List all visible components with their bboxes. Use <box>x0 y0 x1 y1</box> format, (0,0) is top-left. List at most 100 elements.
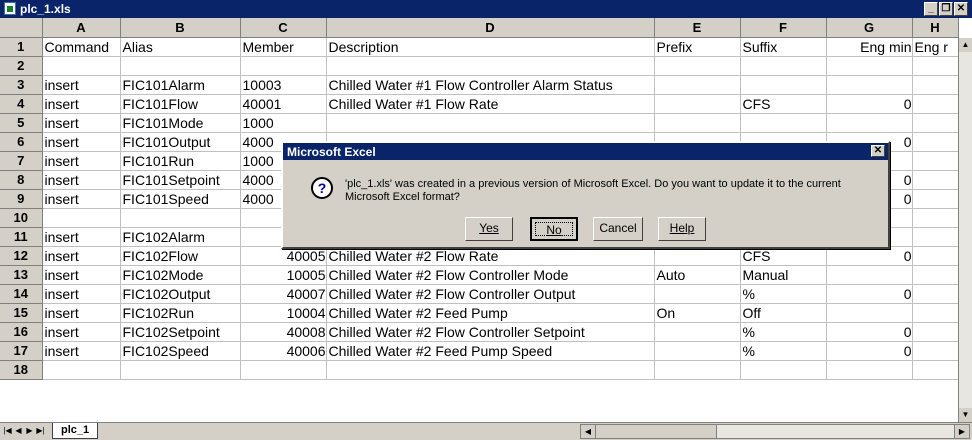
cell[interactable]: 40006 <box>240 341 327 361</box>
cell[interactable]: 10005 <box>240 265 327 285</box>
row-header[interactable]: 1 <box>0 37 43 57</box>
cancel-button[interactable]: Cancel <box>593 217 643 241</box>
cell[interactable] <box>740 360 827 380</box>
cell[interactable]: FIC102Mode <box>120 265 241 285</box>
cell[interactable]: Member <box>240 37 327 57</box>
cell[interactable] <box>912 360 959 380</box>
cell[interactable] <box>654 322 741 342</box>
last-sheet-icon[interactable]: ▶| <box>35 425 46 437</box>
cell[interactable] <box>912 246 959 266</box>
yes-button[interactable]: Yes <box>465 217 513 241</box>
cell[interactable] <box>826 56 913 76</box>
cell[interactable]: On <box>654 303 741 323</box>
cell[interactable] <box>826 75 913 95</box>
cell[interactable] <box>912 132 959 152</box>
cell[interactable]: Chilled Water #1 Flow Controller Alarm S… <box>326 75 655 95</box>
cell[interactable]: Chilled Water #2 Flow Controller Output <box>326 284 655 304</box>
cell[interactable] <box>120 56 241 76</box>
cell[interactable]: insert <box>42 132 121 152</box>
select-all-corner[interactable] <box>0 18 43 38</box>
row-header[interactable]: 15 <box>0 303 43 323</box>
cell[interactable]: insert <box>42 265 121 285</box>
row-header[interactable]: 14 <box>0 284 43 304</box>
cell[interactable] <box>654 113 741 133</box>
first-sheet-icon[interactable]: |◀ <box>2 425 13 437</box>
cell[interactable] <box>826 113 913 133</box>
cell[interactable] <box>912 265 959 285</box>
cell[interactable]: Command <box>42 37 121 57</box>
cell[interactable]: FIC102Flow <box>120 246 241 266</box>
cell[interactable]: 40008 <box>240 322 327 342</box>
cell[interactable]: Prefix <box>654 37 741 57</box>
cell[interactable] <box>912 227 959 247</box>
row-header[interactable]: 11 <box>0 227 43 247</box>
cell[interactable]: 0 <box>826 284 913 304</box>
cell[interactable] <box>654 75 741 95</box>
help-button[interactable]: Help <box>658 217 706 241</box>
cell[interactable]: insert <box>42 75 121 95</box>
cell[interactable] <box>654 360 741 380</box>
cell[interactable]: FIC102Run <box>120 303 241 323</box>
cell[interactable]: FIC101Flow <box>120 94 241 114</box>
cell[interactable] <box>120 360 241 380</box>
cell[interactable]: 40001 <box>240 94 327 114</box>
cell[interactable] <box>326 113 655 133</box>
dialog-close-icon[interactable]: ✕ <box>871 145 885 157</box>
cell[interactable]: insert <box>42 113 121 133</box>
cell[interactable] <box>912 56 959 76</box>
vertical-scrollbar[interactable]: ▲ ▼ <box>958 38 972 422</box>
cell[interactable] <box>912 189 959 209</box>
row-header[interactable]: 5 <box>0 113 43 133</box>
cell[interactable]: FIC101Speed <box>120 189 241 209</box>
cell[interactable]: 0 <box>826 322 913 342</box>
cell[interactable] <box>826 360 913 380</box>
horizontal-scrollbar[interactable]: ◀ ▶ <box>580 424 970 439</box>
column-header[interactable]: E <box>654 18 741 38</box>
cell[interactable]: 0 <box>826 341 913 361</box>
cell[interactable]: FIC101Run <box>120 151 241 171</box>
cell[interactable] <box>912 75 959 95</box>
cell[interactable]: insert <box>42 189 121 209</box>
cell[interactable] <box>912 284 959 304</box>
restore-icon[interactable]: ❐ <box>939 2 953 16</box>
cell[interactable] <box>912 113 959 133</box>
cell[interactable]: Auto <box>654 265 741 285</box>
cell[interactable]: Chilled Water #2 Feed Pump <box>326 303 655 323</box>
column-header[interactable]: B <box>120 18 241 38</box>
cell[interactable] <box>740 113 827 133</box>
cell[interactable] <box>240 56 327 76</box>
row-header[interactable]: 6 <box>0 132 43 152</box>
cell[interactable] <box>912 303 959 323</box>
cell[interactable] <box>826 265 913 285</box>
cell[interactable]: CFS <box>740 94 827 114</box>
cell[interactable]: Description <box>326 37 655 57</box>
cell[interactable]: 0 <box>826 94 913 114</box>
excel-document-icon[interactable] <box>4 2 16 15</box>
minimize-icon[interactable]: _ <box>924 2 938 16</box>
cell[interactable]: insert <box>42 246 121 266</box>
close-icon[interactable]: ✕ <box>954 2 968 16</box>
scroll-left-icon[interactable]: ◀ <box>581 425 596 438</box>
row-header[interactable]: 3 <box>0 75 43 95</box>
scroll-right-icon[interactable]: ▶ <box>954 425 969 438</box>
cell[interactable]: Off <box>740 303 827 323</box>
cell[interactable]: insert <box>42 151 121 171</box>
cell[interactable] <box>912 341 959 361</box>
column-header[interactable]: D <box>326 18 655 38</box>
cell[interactable] <box>240 360 327 380</box>
cell[interactable]: insert <box>42 170 121 190</box>
cell[interactable] <box>740 56 827 76</box>
cell[interactable]: insert <box>42 322 121 342</box>
cell[interactable]: FIC102Setpoint <box>120 322 241 342</box>
cell[interactable] <box>912 94 959 114</box>
cell[interactable]: FIC101Alarm <box>120 75 241 95</box>
scroll-down-icon[interactable]: ▼ <box>959 408 972 422</box>
cell[interactable]: 1000 <box>240 113 327 133</box>
column-header[interactable]: A <box>42 18 121 38</box>
cell[interactable]: FIC102Alarm <box>120 227 241 247</box>
row-header[interactable]: 13 <box>0 265 43 285</box>
cell[interactable]: 40007 <box>240 284 327 304</box>
cell[interactable] <box>326 56 655 76</box>
row-header[interactable]: 4 <box>0 94 43 114</box>
column-header[interactable]: C <box>240 18 327 38</box>
